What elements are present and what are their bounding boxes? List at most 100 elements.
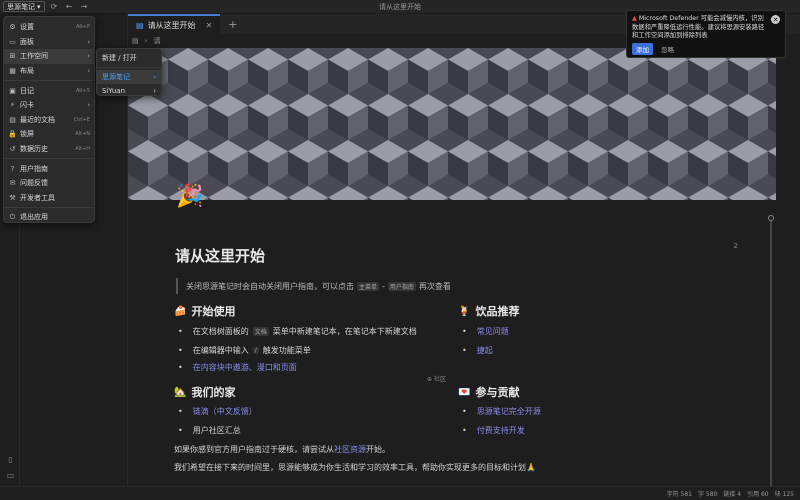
list-item-text: 菜单中新建笔记本，在笔记本下新建文档: [272, 327, 417, 336]
menu-item-panel[interactable]: ▭ 面板 ›: [4, 35, 94, 50]
menu-item-user-guide[interactable]: ? 用户指南: [4, 161, 94, 176]
menu-item-shortcut: Alt+H: [75, 146, 90, 153]
workspace-menu-button[interactable]: 思源笔记 ▾: [3, 1, 45, 12]
list-item-link[interactable]: 捷起: [477, 345, 493, 356]
menu-item-layout[interactable]: ▦ 布局 ›: [4, 64, 94, 79]
sync-icon[interactable]: ⟳: [49, 1, 60, 12]
submenu-item-workspace-siyuan-cn[interactable]: 思源笔记 ›: [97, 70, 161, 84]
notification-ignore-button[interactable]: 忽略: [659, 43, 676, 55]
gear-icon: ⚙: [9, 23, 16, 32]
drink-icon: 🍹: [458, 305, 471, 317]
menu-item-data-history[interactable]: ↺ 数据历史 Alt+H: [4, 142, 94, 157]
block-counter: 2: [733, 242, 738, 250]
menu-item-shortcut: Ctrl+E: [73, 116, 90, 123]
list-item: 付费支持开发: [462, 425, 525, 436]
workspace-menu-label: 思源笔记: [7, 2, 35, 11]
breadcrumb-doc-icon[interactable]: ▤: [132, 37, 139, 45]
devtools-icon: ⚒: [9, 193, 16, 202]
list-item-link[interactable]: 在内容块中遨游、漫口和页面: [193, 362, 297, 373]
menu-item-devtools[interactable]: ⚒ 开发者工具: [4, 191, 94, 206]
party-popper-icon[interactable]: 🎉: [176, 184, 203, 209]
tab-label: 请从这里开始: [147, 20, 196, 30]
tab-start-here[interactable]: ▤ 请从这里开始 ✕: [128, 14, 221, 34]
workspace-submenu: 新建 / 打开 思源笔记 › SiYuan ›: [96, 48, 162, 96]
paragraph-text: 如果你感到官方用户指南过于硬核，请尝试从: [174, 445, 334, 454]
submenu-item-label: 新建 / 打开: [102, 54, 137, 62]
paragraph-community: 如果你感到官方用户指南过于硬核，请尝试从社区资源开始。: [174, 444, 390, 455]
list-item: 在内容块中遨游、漫口和页面: [178, 362, 297, 373]
dock-layout-icon[interactable]: ▭: [5, 470, 16, 481]
menu-item-dailynote[interactable]: ▣ 日记 Alt+5: [4, 83, 94, 98]
heading-start: 🍰 开始使用: [174, 303, 235, 319]
status-blocks: 块 125: [774, 491, 794, 498]
cube-pattern: [128, 48, 776, 200]
heading-drinks-label: 饮品推荐: [475, 305, 520, 318]
menu-item-label: 工作空间: [20, 52, 48, 61]
intro-mid: -: [382, 281, 385, 291]
cake-icon: 🍰: [174, 305, 187, 317]
scroll-handle[interactable]: [768, 215, 774, 221]
menu-separator: [4, 207, 94, 209]
status-refs: 引用 60: [747, 491, 769, 498]
close-icon[interactable]: ✕: [771, 15, 780, 24]
chevron-right-icon: ›: [153, 73, 156, 81]
list-item-kbd: /: [252, 347, 259, 354]
list-item: 在编辑器中输入 / 触发功能菜单: [178, 345, 311, 356]
menu-item-exit[interactable]: ⏻ 退出应用: [4, 210, 94, 225]
list-item-link[interactable]: 思源笔记完全开源: [477, 406, 541, 417]
list-item-text: 触发功能菜单: [262, 346, 311, 355]
menu-item-label: 设置: [20, 23, 34, 32]
dock-panel-icon[interactable]: ▯: [5, 454, 16, 465]
submenu-item-open[interactable]: 新建 / 打开: [97, 51, 161, 65]
heading-drinks: 🍹 饮品推荐: [458, 303, 519, 319]
menu-item-label: 数据历史: [20, 145, 48, 154]
notification-actions: 添加 忽略: [632, 42, 780, 55]
list-item-kbd: 文档: [252, 327, 269, 336]
menu-item-label: 退出应用: [20, 213, 48, 222]
add-row-icon[interactable]: ⊕: [427, 376, 432, 383]
paragraph-text: 开始。: [366, 445, 390, 454]
breadcrumb-separator-icon: ›: [144, 37, 148, 45]
forward-arrow-icon[interactable]: →: [79, 1, 90, 12]
list-item-link[interactable]: 常见问题: [477, 326, 509, 337]
list-item-link[interactable]: 用户社区汇总: [193, 425, 241, 436]
back-arrow-icon[interactable]: ←: [64, 1, 75, 12]
menu-separator: [97, 67, 161, 68]
submenu-item-workspace-siyuan[interactable]: SiYuan ›: [97, 84, 161, 98]
heading-home-label: 我们的家: [191, 386, 236, 399]
flashcard-icon: ⚡: [10, 101, 15, 110]
editor-scrollbar[interactable]: [770, 218, 772, 490]
add-tab-icon[interactable]: +: [228, 18, 237, 31]
love-letter-icon: 💌: [458, 386, 471, 398]
chevron-right-icon: ›: [87, 37, 90, 46]
menu-item-workspace[interactable]: ⊞ 工作空间 ›: [4, 49, 94, 64]
close-icon[interactable]: ✕: [206, 21, 213, 30]
menu-item-recent-docs[interactable]: ▤ 最近的文档 Ctrl+E: [4, 113, 94, 128]
menu-item-flashcard[interactable]: ⚡ 闪卡 ›: [4, 98, 94, 113]
list-item: 在文档树面板的 文档 菜单中新建笔记本，在笔记本下新建文档: [178, 326, 417, 337]
heading-contribute-label: 参与贡献: [475, 386, 520, 399]
list-item: 常见问题: [462, 326, 509, 337]
menu-item-feedback[interactable]: ✉ 问题反馈: [4, 176, 94, 191]
menu-item-label: 锁屏: [20, 130, 34, 139]
intro-pre: 关闭思源笔记时会自动关闭用户指南，可以点击: [186, 281, 354, 291]
breadcrumb-doc-label[interactable]: 请: [153, 36, 160, 46]
notification-add-button[interactable]: 添加: [632, 42, 653, 55]
list-item-link[interactable]: 链滴（中文反馈）: [193, 406, 257, 417]
lock-icon: 🔒: [8, 130, 17, 139]
list-item-link[interactable]: 付费支持开发: [477, 425, 525, 436]
editor-content: 🎉 2 请从这里开始 关闭思源笔记时会自动关闭用户指南，可以点击 主菜单 - 用…: [128, 184, 776, 490]
panel-icon: ▭: [9, 37, 16, 46]
chevron-right-icon: ›: [87, 52, 90, 61]
page-title[interactable]: 请从这里开始: [175, 245, 265, 266]
menu-item-lock-screen[interactable]: 🔒 锁屏 Alt+N: [4, 127, 94, 142]
menu-item-label: 用户指南: [20, 164, 48, 173]
menu-item-shortcut: Alt+N: [75, 131, 90, 138]
menu-item-settings[interactable]: ⚙ 设置 Alt+P: [4, 20, 94, 35]
menu-separator: [4, 158, 94, 160]
community-link[interactable]: 社区资源: [334, 445, 366, 454]
menu-item-label: 开发者工具: [20, 193, 55, 202]
menu-item-shortcut: Alt+5: [75, 87, 90, 94]
main-menu: ⚙ 设置 Alt+P ▭ 面板 › ⊞ 工作空间 › ▦ 布局 › ▣ 日记 A…: [3, 16, 95, 223]
intro-quote: 关闭思源笔记时会自动关闭用户指南，可以点击 主菜单 - 用户指南 再次查看: [176, 278, 451, 294]
